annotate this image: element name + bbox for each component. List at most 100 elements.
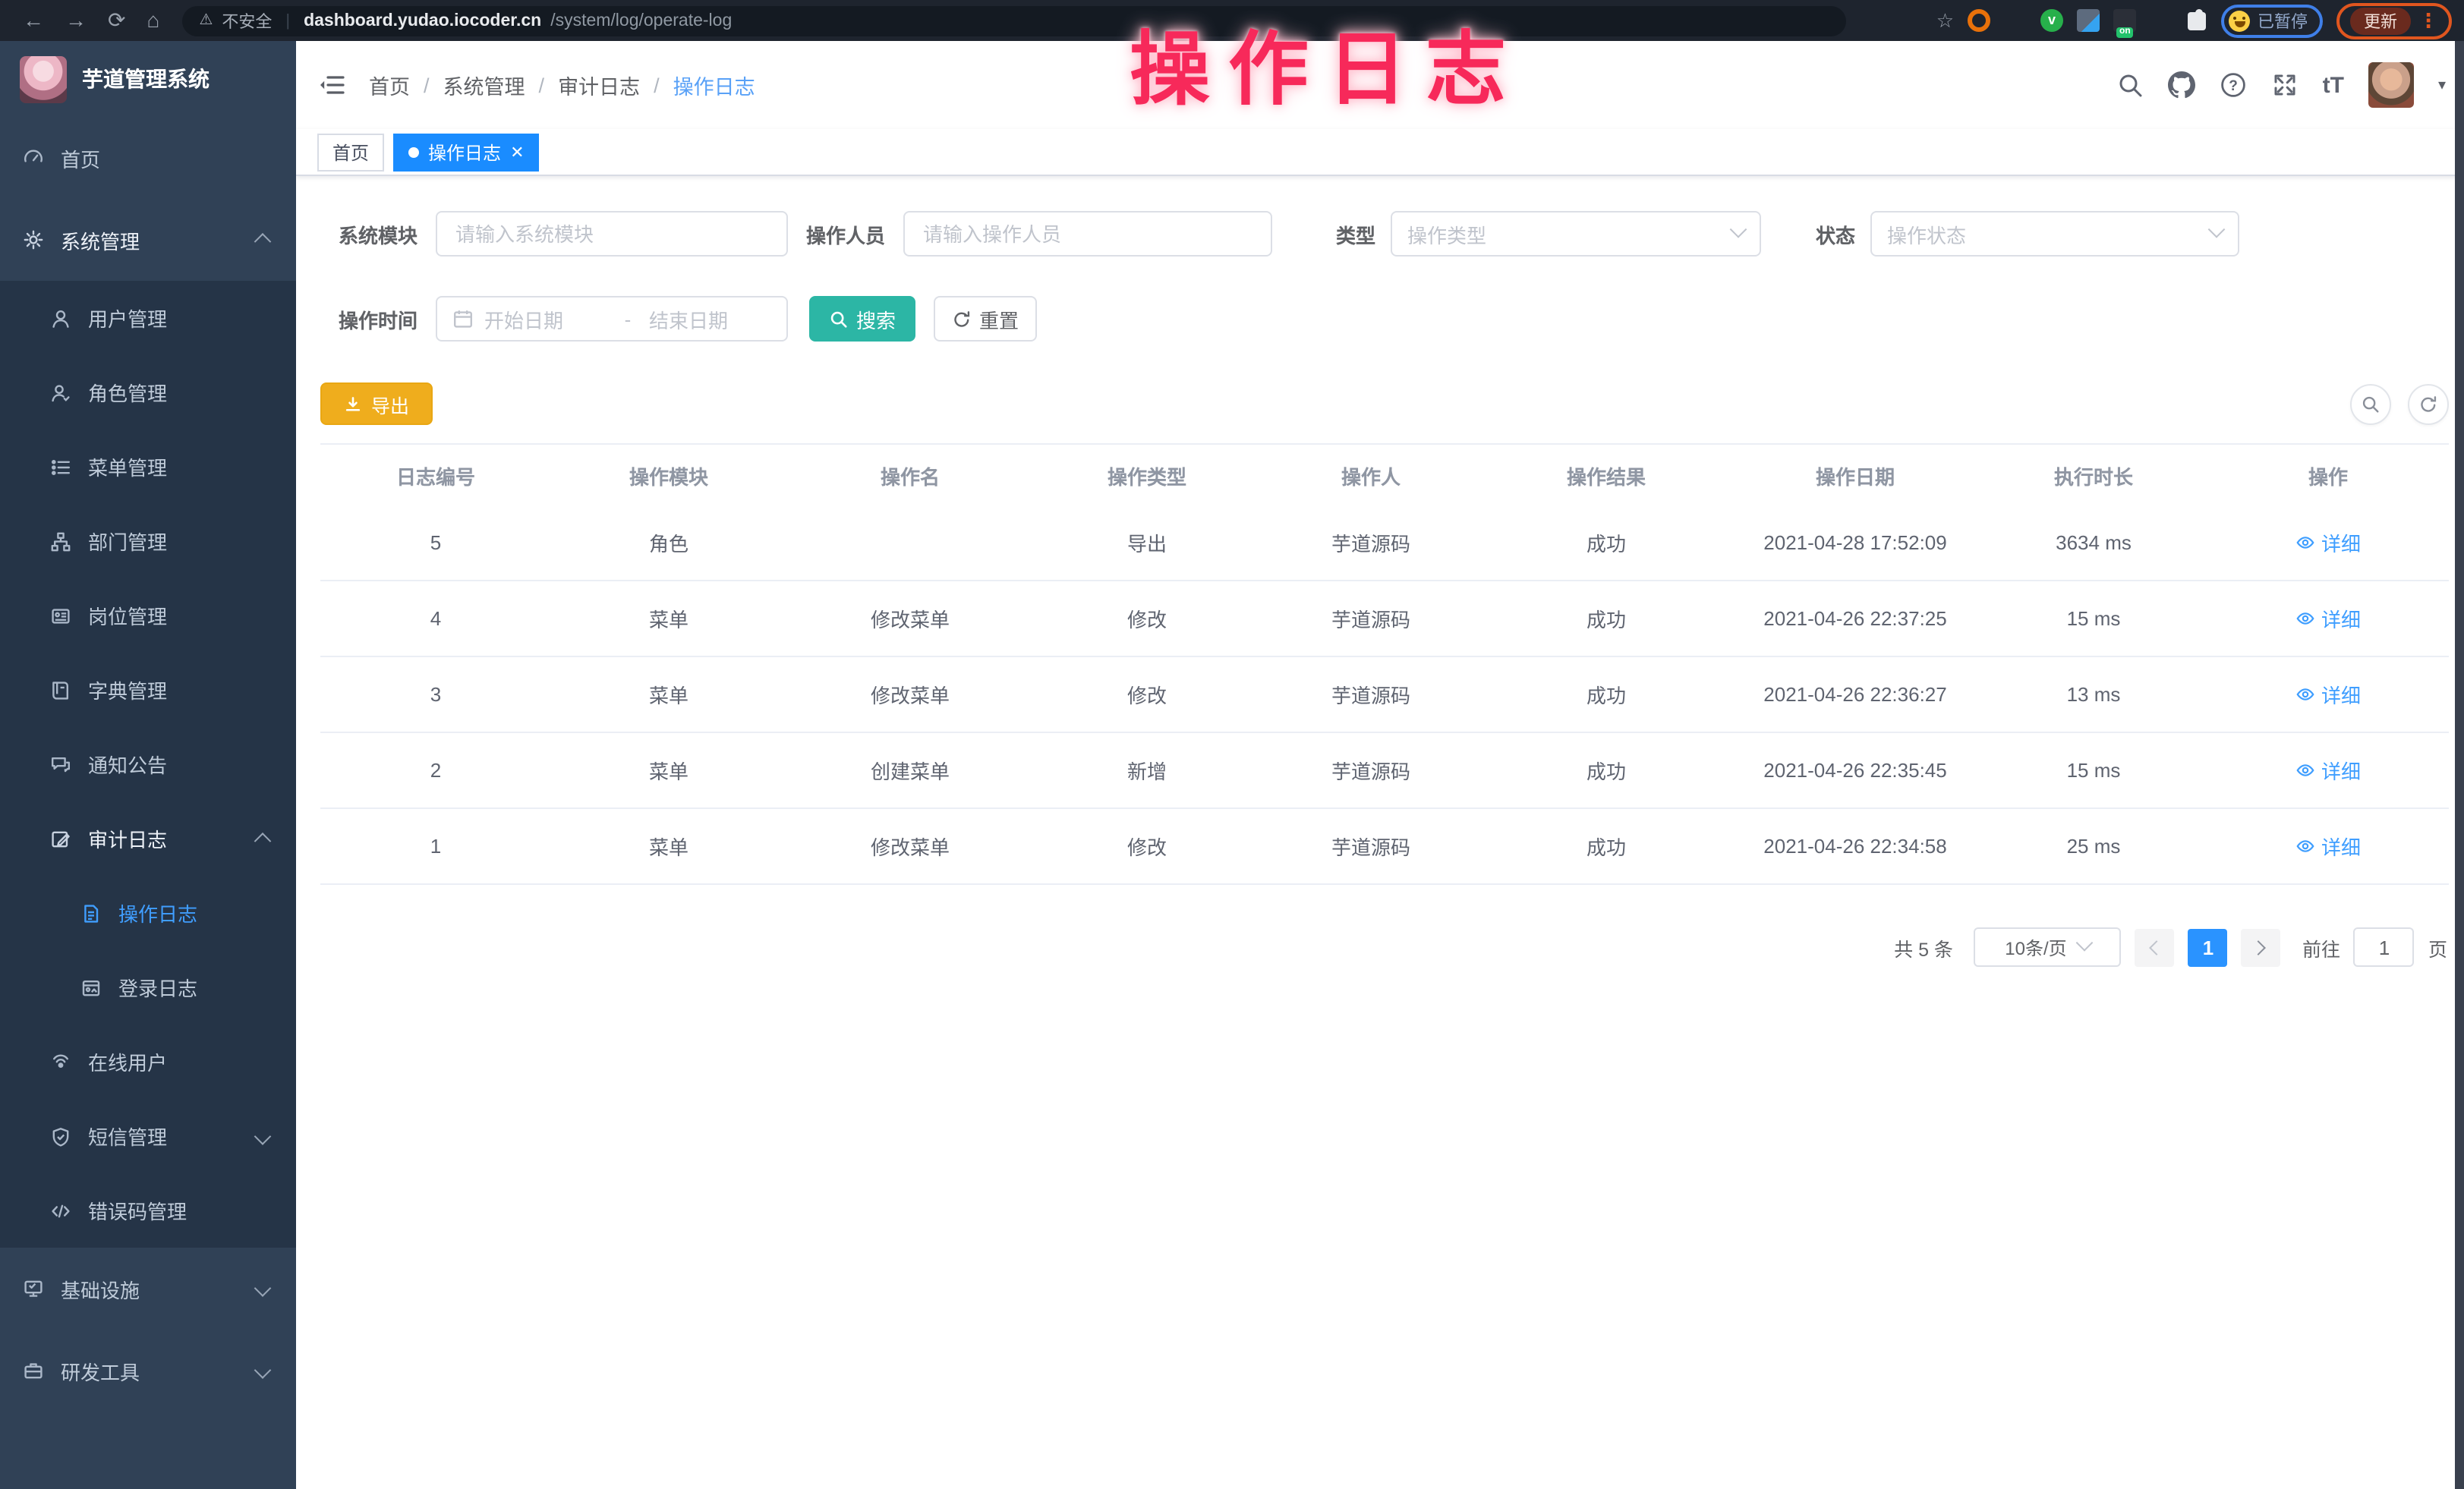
cell-date: 2021-04-26 22:35:45 (1731, 733, 1980, 807)
close-icon[interactable]: ✕ (510, 142, 524, 162)
breadcrumb-separator: / (654, 74, 660, 96)
sidebar-item-dicts[interactable]: 字典管理 (0, 653, 296, 727)
sidebar-item-login-log[interactable]: 登录日志 (0, 950, 296, 1025)
toggle-search-button[interactable] (2350, 383, 2391, 424)
page-size-select[interactable]: 10条/页 (1974, 927, 2122, 967)
sms-icon (50, 1125, 71, 1147)
cell-operator: 芋道源码 (1260, 809, 1482, 883)
sidebar-item-operate-log[interactable]: 操作日志 (0, 876, 296, 950)
sidebar-item-infrastructure[interactable]: 基础设施 (0, 1248, 296, 1330)
search-icon[interactable] (2116, 71, 2144, 99)
sidebar-item-posts[interactable]: 岗位管理 (0, 578, 296, 653)
browser-reload-icon[interactable]: ⟳ (108, 0, 125, 41)
sidebar-item-label: 字典管理 (88, 675, 167, 704)
status-select-placeholder: 操作状态 (1887, 219, 1966, 248)
tag-home[interactable]: 首页 (317, 133, 384, 171)
sidebar-item-online-users[interactable]: 在线用户 (0, 1025, 296, 1099)
search-button[interactable]: 搜索 (809, 296, 915, 342)
cell-duration: 25 ms (1980, 809, 2207, 883)
browser-home-icon[interactable]: ⌂ (147, 0, 159, 41)
extension-switch-icon[interactable]: on (2113, 9, 2136, 32)
date-range-picker[interactable]: 开始日期 - 结束日期 (436, 296, 788, 342)
menu-icon (50, 456, 71, 477)
sidebar-item-roles[interactable]: 角色管理 (0, 355, 296, 430)
type-select[interactable]: 操作类型 (1391, 211, 1761, 257)
breadcrumb-audit-log[interactable]: 审计日志 (558, 70, 640, 100)
sidebar-item-home[interactable]: 首页 (0, 117, 296, 199)
audit-icon (50, 828, 71, 849)
sidebar-item-label: 审计日志 (88, 824, 167, 853)
sidebar-item-audit-log[interactable]: 审计日志 (0, 801, 296, 876)
sidebar-item-label: 在线用户 (88, 1047, 167, 1076)
operator-input-field[interactable] (920, 221, 1256, 247)
reset-button[interactable]: 重置 (934, 296, 1037, 342)
sidebar-item-error-codes[interactable]: 错误码管理 (0, 1173, 296, 1248)
extension-green-icon[interactable]: v (2040, 9, 2063, 32)
font-size-icon[interactable]: tT (2323, 72, 2344, 98)
sidebar-item-sms[interactable]: 短信管理 (0, 1099, 296, 1173)
status-select[interactable]: 操作状态 (1870, 211, 2239, 257)
sidebar-item-dev-tools[interactable]: 研发工具 (0, 1330, 296, 1412)
cell-duration: 15 ms (1980, 733, 2207, 807)
export-button-label: 导出 (371, 389, 409, 418)
breadcrumb-home[interactable]: 首页 (369, 70, 410, 100)
extension-grid-icon[interactable] (2077, 9, 2100, 32)
fullscreen-icon[interactable] (2271, 71, 2299, 99)
cell-result: 成功 (1482, 505, 1731, 580)
detail-link[interactable]: 详细 (2295, 832, 2361, 861)
column-header: 操作名 (786, 445, 1034, 505)
bookmark-star-icon[interactable]: ☆ (1936, 8, 1954, 33)
extension-ring-icon[interactable] (1968, 9, 1990, 32)
table-row: 3 菜单 修改菜单 修改 芋道源码 成功 2021-04-26 22:36:27… (320, 657, 2449, 733)
module-input[interactable] (436, 211, 788, 257)
table-row: 2 菜单 创建菜单 新增 芋道源码 成功 2021-04-26 22:35:45… (320, 733, 2449, 809)
app-logo-row[interactable]: 芋道管理系统 (0, 41, 296, 117)
current-page-button[interactable]: 1 (2188, 928, 2228, 966)
sidebar-item-notices[interactable]: 通知公告 (0, 727, 296, 801)
browser-update-button[interactable]: 更新 (2350, 7, 2411, 34)
reset-button-label: 重置 (979, 304, 1019, 333)
browser-back-icon[interactable]: ← (23, 0, 44, 41)
github-icon[interactable] (2168, 71, 2195, 99)
extension-drop-icon[interactable] (2004, 9, 2027, 32)
export-button[interactable]: 导出 (320, 382, 433, 425)
operator-input[interactable] (903, 211, 1272, 257)
breadcrumb-system[interactable]: 系统管理 (443, 70, 525, 100)
sidebar-fold-icon[interactable] (319, 73, 345, 97)
doc-icon (80, 902, 102, 924)
role-icon (50, 382, 71, 403)
avatar[interactable] (2368, 62, 2414, 108)
address-bar[interactable]: ⚠ 不安全 | dashboard.yudao.iocoder.cn /syst… (182, 5, 1846, 36)
prev-page-button[interactable] (2135, 928, 2175, 966)
sidebar-item-menus[interactable]: 菜单管理 (0, 430, 296, 504)
refresh-table-button[interactable] (2408, 383, 2449, 424)
sidebar-item-system[interactable]: 系统管理 (0, 199, 296, 281)
extension-leaf-icon[interactable] (2150, 9, 2173, 32)
browser-menu-icon[interactable]: ⋮ (2418, 8, 2438, 33)
tag-operate-log[interactable]: 操作日志 ✕ (393, 133, 539, 171)
detail-link[interactable]: 详细 (2295, 680, 2361, 709)
next-page-button[interactable] (2242, 928, 2281, 966)
avatar-caret-icon[interactable]: ▾ (2438, 77, 2446, 93)
cell-operator: 芋道源码 (1260, 505, 1482, 580)
goto-page-input[interactable] (2354, 927, 2415, 967)
sidebar-item-departments[interactable]: 部门管理 (0, 504, 296, 578)
chevron-down-icon (1732, 228, 1744, 240)
module-input-field[interactable] (452, 221, 771, 247)
window-scrollbar[interactable] (2455, 41, 2464, 1489)
detail-link[interactable]: 详细 (2295, 756, 2361, 785)
app-logo-image (20, 55, 67, 102)
cell-type: 导出 (1034, 505, 1260, 580)
extensions-puzzle-icon[interactable] (2188, 11, 2206, 30)
url-path: /system/log/operate-log (550, 11, 732, 30)
column-header: 操作模块 (551, 445, 786, 505)
detail-link[interactable]: 详细 (2295, 604, 2361, 633)
cell-duration: 13 ms (1980, 657, 2207, 732)
detail-link[interactable]: 详细 (2295, 528, 2361, 557)
sidebar-item-users[interactable]: 用户管理 (0, 281, 296, 355)
security-label: 不安全 (222, 8, 272, 33)
help-icon[interactable]: ? (2220, 71, 2247, 99)
paused-badge[interactable]: 已暂停 (2221, 4, 2323, 37)
browser-forward-icon[interactable]: → (65, 0, 87, 41)
cell-date: 2021-04-26 22:36:27 (1731, 657, 1980, 732)
